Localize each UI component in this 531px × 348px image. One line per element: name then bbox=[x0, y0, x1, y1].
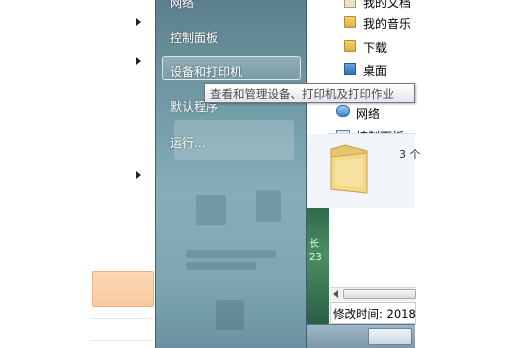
nav-item-downloads[interactable]: 下载 bbox=[363, 39, 387, 56]
background-blur bbox=[186, 262, 256, 270]
documents-icon bbox=[344, 0, 356, 8]
item-count: 3 个 bbox=[399, 148, 421, 161]
submenu-arrow-icon bbox=[136, 171, 141, 179]
taskbar-button[interactable] bbox=[368, 328, 412, 345]
downloads-folder-icon bbox=[344, 40, 356, 52]
submenu-arrow-icon bbox=[136, 18, 141, 26]
background-blur bbox=[216, 300, 244, 330]
menu-item-control-panel[interactable]: 控制面板 bbox=[170, 29, 218, 46]
scroll-left-arrow-icon[interactable] bbox=[333, 290, 338, 298]
start-menu-right-pane: 网络 控制面板 设备和打印机 默认程序 运行... bbox=[155, 0, 307, 348]
network-icon bbox=[336, 105, 350, 117]
folder-icon bbox=[330, 144, 368, 194]
background-text: 长 23 bbox=[309, 238, 322, 264]
background-text-line: 23 bbox=[309, 252, 322, 263]
submenu-arrow-icon bbox=[136, 57, 141, 65]
tooltip: 查看和管理设备、打印机及打印作业 bbox=[204, 83, 415, 103]
desktop-folder-icon bbox=[344, 63, 356, 75]
music-folder-icon bbox=[344, 16, 356, 28]
background-blur bbox=[186, 250, 276, 258]
background-blur bbox=[196, 195, 226, 225]
scrollbar-thumb[interactable] bbox=[343, 289, 416, 299]
nav-item-desktop[interactable]: 桌面 bbox=[363, 62, 387, 79]
background-text-line: 长 bbox=[309, 239, 319, 250]
menu-item-devices-and-printers[interactable]: 设备和打印机 bbox=[170, 63, 242, 80]
divider bbox=[92, 318, 154, 319]
nav-item-documents[interactable]: 我的文档 bbox=[363, 0, 411, 11]
background-blur bbox=[256, 190, 281, 222]
menu-item-run[interactable]: 运行... bbox=[170, 134, 205, 151]
desktop-background-fragment bbox=[307, 208, 329, 324]
status-bar-modified: 修改时间: 2018/ bbox=[330, 302, 416, 324]
selected-program-item[interactable] bbox=[92, 271, 154, 307]
nav-item-music[interactable]: 我的音乐 bbox=[363, 15, 411, 32]
menu-item-network[interactable]: 网络 bbox=[170, 0, 194, 11]
divider bbox=[92, 340, 154, 341]
nav-item-network[interactable]: 网络 bbox=[356, 105, 380, 122]
